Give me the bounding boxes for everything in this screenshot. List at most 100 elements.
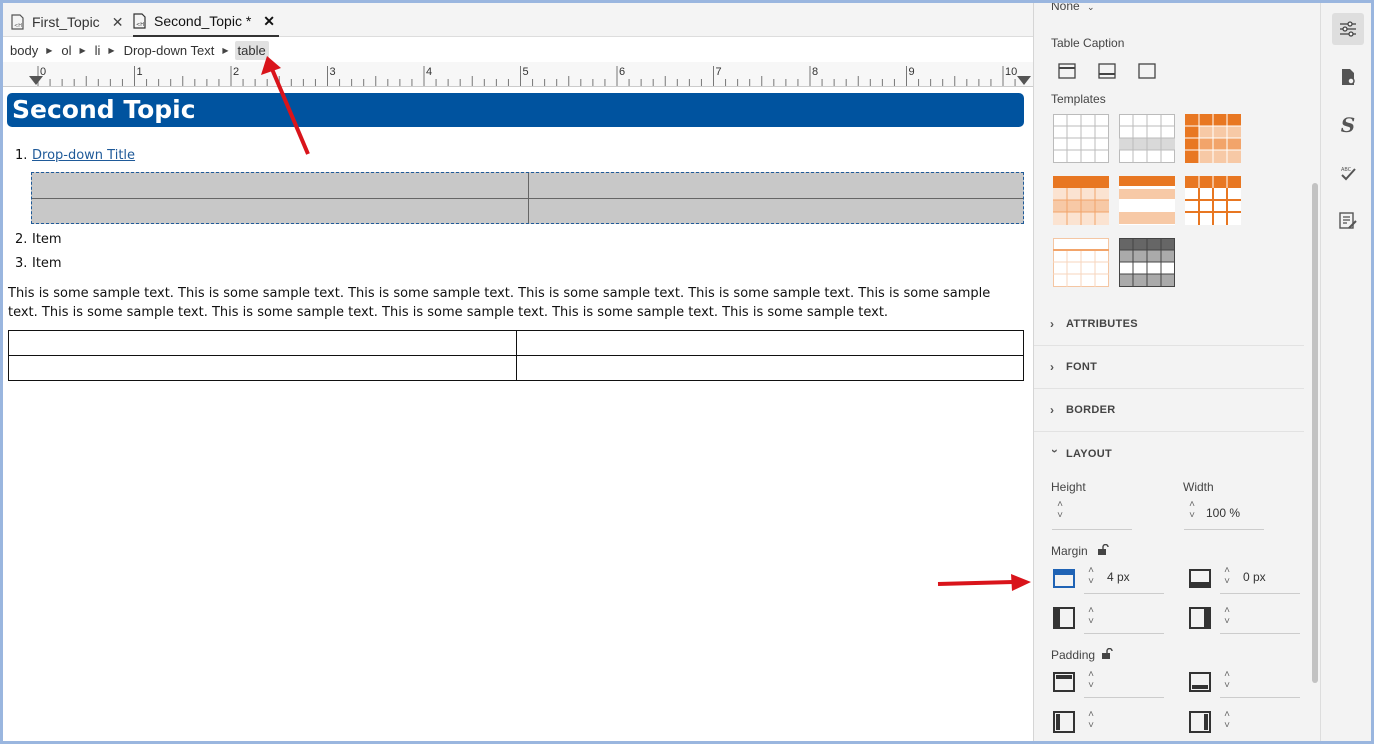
- padding-top-icon[interactable]: [1052, 670, 1076, 694]
- width-field[interactable]: [1184, 529, 1264, 530]
- spell-check-icon: ABC: [1341, 167, 1356, 181]
- dropdown-value: None: [1051, 3, 1080, 13]
- section-title: BORDER: [1066, 404, 1116, 416]
- list-number: 2.: [15, 232, 28, 247]
- breadcrumb-ol[interactable]: ol: [58, 41, 74, 60]
- chevron-down-icon: ⌄: [1087, 3, 1095, 12]
- breadcrumb-separator-icon: ▶: [222, 45, 229, 55]
- caption-bottom-icon[interactable]: [1098, 63, 1116, 79]
- tab-first-topic[interactable]: <H First_Topic ✕: [11, 7, 123, 37]
- width-value[interactable]: 100 %: [1206, 506, 1240, 520]
- template-light-orange[interactable]: [1053, 238, 1109, 287]
- template-orange-lines[interactable]: [1185, 176, 1241, 225]
- padding-left-icon[interactable]: [1052, 710, 1076, 734]
- list-item[interactable]: 3. Item: [15, 256, 62, 271]
- template-orange-banded[interactable]: [1119, 176, 1175, 225]
- template-dark-grey[interactable]: [1119, 238, 1175, 287]
- ruler-number: 2: [233, 66, 239, 78]
- breadcrumb-separator-icon: ▶: [108, 45, 115, 55]
- padding-left-stepper[interactable]: ˄ ˅: [1086, 709, 1096, 731]
- chevron-right-icon: ›: [1050, 403, 1055, 417]
- template-plain-grid[interactable]: [1053, 114, 1109, 163]
- breadcrumb-li[interactable]: li: [92, 41, 104, 60]
- margin-top-value[interactable]: 4 px: [1107, 570, 1130, 584]
- edit-list-button[interactable]: [1332, 205, 1364, 237]
- section-border[interactable]: › BORDER: [1034, 389, 1304, 432]
- document-page[interactable]: Second Topic 1. Drop-down Title 2. Item 3.…: [3, 89, 1033, 741]
- breadcrumb-body[interactable]: body: [7, 41, 41, 60]
- sample-paragraph[interactable]: This is some sample text. This is some s…: [8, 284, 1018, 322]
- unlock-icon[interactable]: [1101, 648, 1113, 660]
- page-settings-button[interactable]: [1332, 61, 1364, 93]
- section-title: LAYOUT: [1066, 447, 1113, 460]
- margin-bottom-field[interactable]: [1220, 593, 1300, 594]
- list-number: 3.: [15, 256, 28, 271]
- none-dropdown[interactable]: None ⌄: [1051, 3, 1095, 13]
- margin-right-stepper[interactable]: ˄ ˅: [1222, 605, 1232, 627]
- table-caption-label: Table Caption: [1051, 36, 1125, 50]
- page-settings-icon: [1342, 69, 1355, 85]
- ruler-number: 7: [716, 66, 722, 78]
- unlock-icon[interactable]: [1097, 544, 1109, 556]
- height-label: Height: [1051, 480, 1086, 494]
- properties-button[interactable]: [1332, 13, 1364, 45]
- plain-table[interactable]: [8, 330, 1024, 381]
- padding-right-stepper[interactable]: ˄ ˅: [1222, 709, 1232, 731]
- height-stepper[interactable]: ˄ ˅: [1055, 499, 1065, 521]
- chevron-down-icon: ›: [1048, 448, 1062, 453]
- section-font[interactable]: › FONT: [1034, 346, 1304, 389]
- table-column-divider: [528, 173, 529, 223]
- margin-bottom-stepper[interactable]: ˄ ˅: [1222, 565, 1232, 587]
- topic-title[interactable]: Second Topic: [7, 93, 1024, 127]
- close-icon[interactable]: ✕: [112, 14, 124, 31]
- caption-none-icon[interactable]: [1138, 63, 1156, 79]
- margin-right-icon[interactable]: [1188, 606, 1212, 630]
- width-stepper[interactable]: ˄ ˅: [1187, 499, 1197, 521]
- right-indent-marker-icon[interactable]: [1017, 76, 1031, 85]
- tab-second-topic[interactable]: <H Second_Topic * ✕: [133, 7, 280, 37]
- margin-label: Margin: [1051, 544, 1088, 558]
- margin-top-icon[interactable]: [1052, 566, 1076, 590]
- ruler-number: 1: [137, 66, 143, 78]
- template-orange-full[interactable]: [1185, 114, 1241, 163]
- chevron-right-icon: ›: [1050, 360, 1055, 374]
- padding-bottom-field[interactable]: [1220, 697, 1300, 698]
- section-attributes[interactable]: › ATTRIBUTES: [1034, 303, 1304, 346]
- document-icon: <H: [133, 13, 146, 29]
- selected-table[interactable]: [31, 172, 1024, 224]
- editor-area: <H First_Topic ✕ <H Second_Topic * ✕ bod…: [3, 3, 1033, 741]
- section-title: FONT: [1066, 361, 1098, 373]
- ruler-scale: 0 1 2 3 4 5 6 7 8 9 10: [29, 66, 1031, 86]
- height-field[interactable]: [1052, 529, 1132, 530]
- caption-top-icon[interactable]: [1058, 63, 1076, 79]
- padding-top-field[interactable]: [1084, 697, 1164, 698]
- margin-bottom-value[interactable]: 0 px: [1243, 570, 1266, 584]
- ruler[interactable]: 0 1 2 3 4 5 6 7 8 9 10: [3, 62, 1033, 87]
- spell-check-button[interactable]: ABC: [1332, 157, 1364, 189]
- margin-left-icon[interactable]: [1052, 606, 1076, 630]
- ruler-number: 4: [426, 66, 432, 78]
- margin-top-field[interactable]: [1084, 593, 1164, 594]
- dropdown-title-link[interactable]: Drop-down Title: [32, 148, 135, 163]
- left-indent-marker-icon[interactable]: [29, 76, 43, 85]
- padding-bottom-stepper[interactable]: ˄ ˅: [1222, 669, 1232, 691]
- panel-scrollbar[interactable]: [1312, 183, 1318, 683]
- margin-left-field[interactable]: [1084, 633, 1164, 634]
- margin-left-stepper[interactable]: ˄ ˅: [1086, 605, 1096, 627]
- svg-text:<H: <H: [136, 22, 144, 28]
- padding-right-icon[interactable]: [1188, 710, 1212, 734]
- margin-bottom-icon[interactable]: [1188, 566, 1212, 590]
- list-item[interactable]: 2. Item: [15, 232, 62, 247]
- styles-button[interactable]: S: [1332, 109, 1364, 141]
- template-grey-band[interactable]: [1119, 114, 1175, 163]
- padding-bottom-icon[interactable]: [1188, 670, 1212, 694]
- breadcrumb-dropdown-text[interactable]: Drop-down Text: [121, 41, 218, 60]
- template-orange-header[interactable]: [1053, 176, 1109, 225]
- padding-top-stepper[interactable]: ˄ ˅: [1086, 669, 1096, 691]
- margin-top-stepper[interactable]: ˄ ˅: [1086, 565, 1096, 587]
- annotation-arrow-icon: [937, 574, 1031, 591]
- margin-right-field[interactable]: [1220, 633, 1300, 634]
- list-item[interactable]: 1. Drop-down Title: [15, 148, 135, 163]
- close-icon[interactable]: ✕: [263, 13, 275, 30]
- section-layout[interactable]: › LAYOUT: [1034, 432, 1304, 475]
